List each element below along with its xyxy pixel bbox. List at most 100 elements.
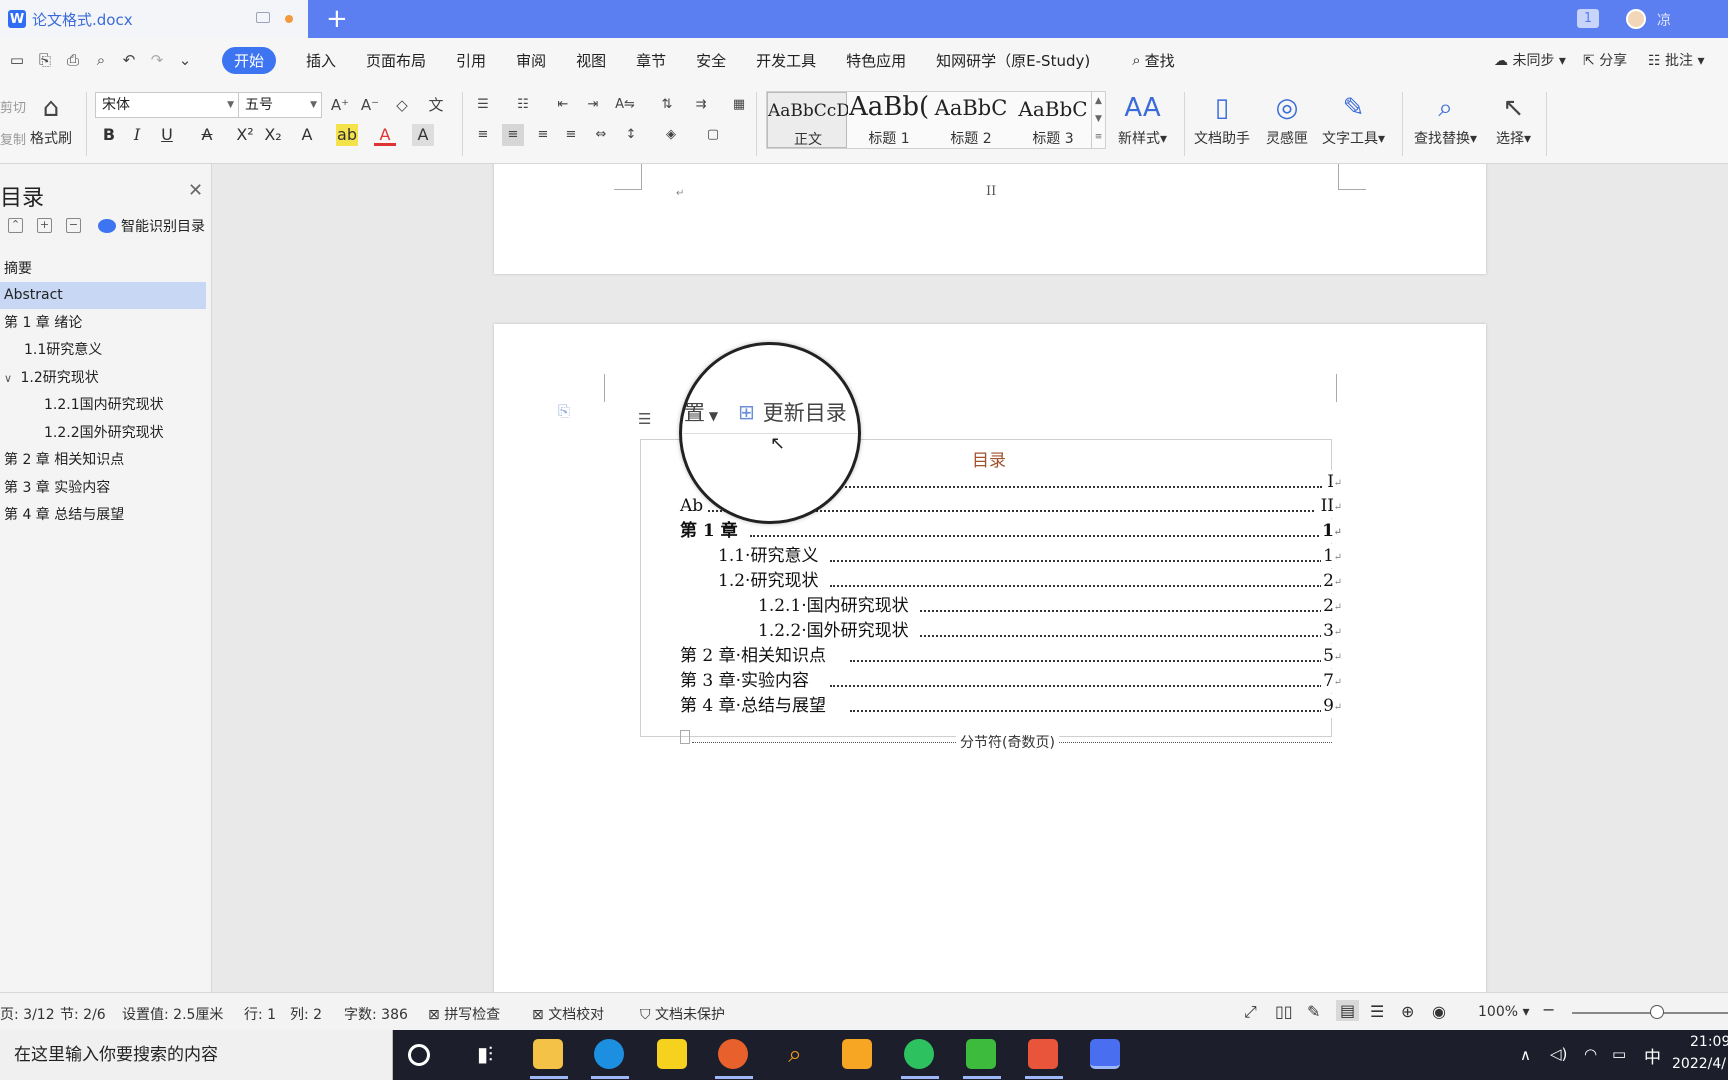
tray-chevron-icon[interactable]: ∧ [1520,1046,1531,1064]
sticky-notes-icon[interactable] [657,1039,687,1069]
toc-row[interactable]: 1.2·研究现状 2 ↵ [680,569,1342,593]
style-heading-2[interactable]: AaBbC 标题 2 [931,92,1011,148]
nav-item-chapter-2[interactable]: 第 2 章 相关知识点 [0,447,206,474]
nav-item-chapter-1[interactable]: 第 1 章 绪论 [0,310,206,337]
style-normal[interactable]: AaBbCcD 正文 [767,92,848,148]
text-effect-icon[interactable]: A [296,124,318,146]
avatar[interactable] [1626,9,1646,29]
edit-mode-icon[interactable]: ✎ [1307,1002,1320,1021]
cut-button[interactable]: 剪切 [0,97,26,116]
clock-time[interactable]: 21:09 [1690,1034,1728,1050]
edge-browser-icon[interactable] [594,1039,624,1069]
fullscreen-icon[interactable]: ⤢ [1244,1002,1257,1022]
clear-format-icon[interactable]: ◇ [391,94,413,116]
tab-home[interactable]: 开始 [222,46,277,74]
tab-reference[interactable]: 引用 [456,50,486,71]
clock-date[interactable]: 2022/4/ [1672,1056,1726,1072]
firefox-icon[interactable] [718,1039,748,1069]
share-button[interactable]: ⇱ 分享 [1583,50,1627,70]
page-view-icon[interactable]: ▤ [1336,1000,1360,1021]
nav-item-1-2-1[interactable]: 1.2.1国内研究现状 [0,392,206,419]
inspiration-button[interactable]: ◎ 灵感匣 [1266,92,1308,148]
toc-row[interactable]: 1.2.1·国内研究现状 2 ↵ [680,594,1342,618]
wifi-icon[interactable]: ◠ [1584,1045,1597,1063]
increase-indent-icon[interactable]: ⇥ [582,94,604,116]
toc-row[interactable]: 1.1·研究意义 1 ↵ [680,544,1342,568]
doc-action-icon[interactable]: ⎘ [558,402,576,420]
tab-cnki[interactable]: 知网研学（原E-Study) [936,50,1090,71]
text-direction-icon[interactable]: A⇋ [614,94,636,116]
task-view-icon[interactable]: ▮⫶ [470,1039,500,1069]
search-app-icon[interactable]: ⌕ [780,1039,810,1069]
shading-icon[interactable]: ◈ [660,124,682,146]
font-size-select[interactable]: 五号 ▼ [238,92,322,118]
toc-row[interactable]: 第 4 章·总结与展望 9 ↵ [680,694,1342,718]
select-button[interactable]: ↖ 选择▾ [1496,92,1531,148]
zoom-out-icon[interactable]: − [1542,1000,1555,1019]
comment-button[interactable]: ☷ 批注 ▾ [1648,50,1705,70]
status-word-count[interactable]: 字数: 386 [344,1004,408,1024]
toc-row[interactable]: 第 3 章·实验内容 7 ↵ [680,669,1342,693]
eye-protection-icon[interactable]: ◉ [1432,1002,1446,1021]
nav-item-abstract-cn[interactable]: 摘要 [0,256,206,283]
align-center-icon[interactable]: ≡ [502,124,524,146]
expand-all-icon[interactable]: + [37,218,52,233]
align-right-icon[interactable]: ≡ [532,124,554,146]
sort-icon[interactable]: ⇅ [656,94,678,116]
font-family-select[interactable]: 宋体 ▼ [95,92,239,118]
align-left-icon[interactable]: ≡ [472,124,494,146]
camtasia-red-icon[interactable] [1028,1039,1058,1069]
security-shield-icon[interactable] [842,1039,872,1069]
cortana-icon[interactable] [408,1044,430,1066]
zoom-slider-handle[interactable] [1650,1005,1664,1019]
line-break-icon[interactable]: ⇉ [690,94,712,116]
find-replace-button[interactable]: ⌕ 查找替换▾ [1414,92,1477,148]
superscript-icon[interactable]: X² [234,124,256,146]
collapse-up-icon[interactable]: ⌃ [8,218,23,233]
decrease-indent-icon[interactable]: ⇤ [552,94,574,116]
save-icon[interactable]: ▭ [6,49,28,71]
zoom-level[interactable]: 100% ▾ [1478,1004,1530,1020]
proofread-button[interactable]: ⊠ 文档校对 [532,1004,604,1024]
toc-row[interactable]: 第 2 章·相关知识点 5 ↵ [680,644,1342,668]
update-toc-button[interactable]: ⊞ 更新目录 [738,397,847,427]
new-style-button[interactable]: AA 新样式▾ [1118,92,1167,148]
web-view-icon[interactable]: ⊕ [1401,1002,1414,1021]
nav-item-chapter-4[interactable]: 第 4 章 总结与展望 [0,502,206,529]
distributed-align-icon[interactable]: ⇔ [590,124,612,146]
toc-settings-icon[interactable]: ☰ [638,410,651,428]
find-button[interactable]: ⌕ 查找 [1132,50,1174,71]
chevron-down-icon[interactable]: ∨ [4,372,12,385]
smart-toc-button[interactable]: 智能识别目录 [98,216,205,236]
spell-check-button[interactable]: ⊠ 拼写检查 [428,1004,500,1024]
bold-icon[interactable]: B [98,124,120,146]
new-tab-button[interactable]: + [326,4,348,34]
tab-review[interactable]: 审阅 [516,50,546,71]
copy-button[interactable]: 复制 [0,129,26,148]
toc-row[interactable]: 1.2.2·国外研究现状 3 ↵ [680,619,1342,643]
output-icon[interactable]: ⎘ [34,49,56,71]
format-painter-button[interactable]: ⌂ 格式刷 [30,92,72,148]
close-icon[interactable]: ✕ [188,180,203,201]
bullet-list-icon[interactable]: ☰ [472,94,494,116]
tab-developer-tools[interactable]: 开发工具 [756,50,816,71]
italic-icon[interactable]: I [126,124,148,146]
highlight-icon[interactable]: ab [336,124,358,146]
doc-assistant-button[interactable]: ▯ 文档助手 [1194,92,1250,148]
status-page[interactable]: 页: 3/12 [0,1004,55,1024]
screen-icon[interactable] [256,12,270,23]
borders-icon[interactable]: ▢ [702,124,724,146]
reading-mode-icon[interactable]: ▯▯ [1275,1002,1293,1021]
customize-chevron-icon[interactable]: ⌄ [174,49,196,71]
tab-page-layout[interactable]: 页面布局 [366,50,426,71]
window-count-badge[interactable]: 1 [1577,9,1599,28]
numbered-list-icon[interactable]: ☷ [512,94,534,116]
undo-icon[interactable]: ↶ [118,49,140,71]
battery-icon[interactable]: ▭ [1612,1045,1626,1063]
redo-icon[interactable]: ↷ [146,49,168,71]
strikethrough-icon[interactable]: A [196,124,218,146]
tab-view[interactable]: 视图 [576,50,606,71]
collapse-all-icon[interactable]: − [66,218,81,233]
style-heading-3[interactable]: AaBbC 标题 3 [1013,92,1093,148]
sync-status-button[interactable]: ☁ 未同步 ▾ [1494,50,1566,70]
